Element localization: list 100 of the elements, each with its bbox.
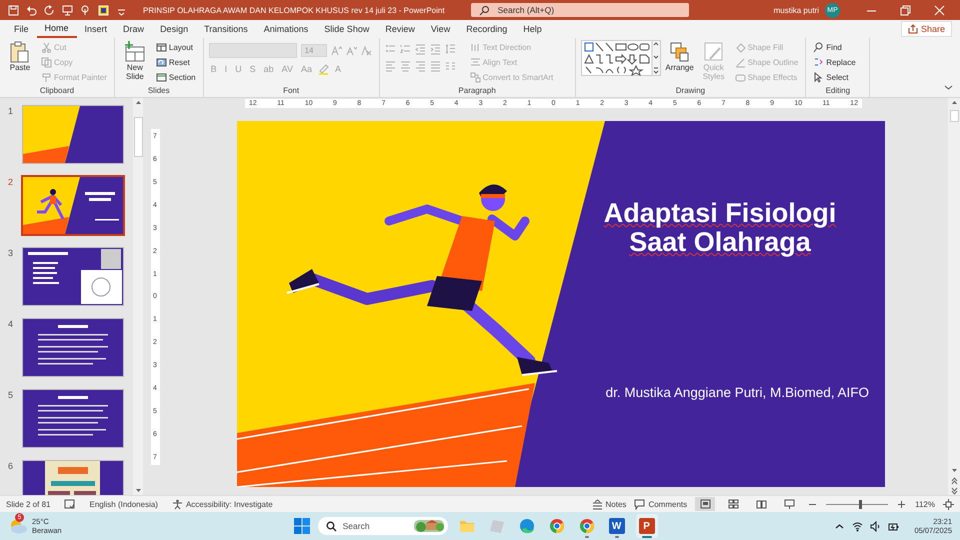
save-icon bbox=[8, 4, 19, 16]
document-title: PRINSIP OLAHRAGA AWAM DAN KELOMPOK KHUSUS rev 14 juli 23 - PowerPoint bbox=[143, 6, 445, 14]
redo-icon bbox=[44, 4, 55, 16]
ribbon-button[interactable]: Replace bbox=[811, 55, 858, 69]
normal-view-icon bbox=[700, 498, 711, 510]
slide-number: 3 bbox=[8, 247, 14, 260]
ribbon-tab[interactable]: Insert bbox=[76, 20, 116, 38]
ribbon-button[interactable]: Section bbox=[154, 70, 198, 84]
taskbar-app[interactable]: P bbox=[636, 514, 658, 538]
notes-button[interactable]: Notes bbox=[592, 498, 626, 510]
ribbon-tab[interactable]: File bbox=[6, 20, 37, 38]
ribbon-tab[interactable]: Transitions bbox=[196, 20, 256, 38]
group-label: Slides bbox=[146, 86, 171, 97]
paintbrush-icon bbox=[41, 72, 52, 82]
weather-cloud-icon bbox=[8, 517, 28, 535]
search-field[interactable]: Search (Alt+Q) bbox=[470, 3, 689, 17]
layout-icon bbox=[156, 42, 167, 52]
ribbon-tab[interactable]: Slide Show bbox=[316, 20, 378, 38]
taskbar-app[interactable]: W bbox=[606, 514, 628, 538]
ribbon-tab[interactable]: View bbox=[422, 20, 458, 38]
section-icon bbox=[156, 72, 167, 82]
close-icon[interactable] bbox=[934, 4, 944, 16]
next-slide-icon bbox=[950, 486, 958, 495]
ribbon-tab[interactable]: Animations bbox=[256, 20, 316, 38]
zoom-percentage: 112% bbox=[915, 500, 935, 508]
ribbon-button[interactable]: New Slide bbox=[120, 40, 150, 86]
view-button[interactable] bbox=[695, 497, 716, 511]
group-label: Editing bbox=[824, 86, 852, 97]
slide-number: 5 bbox=[8, 389, 14, 402]
smartart-icon bbox=[470, 72, 481, 82]
powerpoint-logo: P bbox=[638, 518, 655, 534]
text-direction-icon bbox=[470, 42, 481, 52]
slide-thumbnail[interactable] bbox=[21, 175, 125, 236]
shape-gallery[interactable] bbox=[580, 40, 661, 76]
pointer-icon bbox=[813, 72, 824, 82]
group-label: Font bbox=[282, 86, 300, 97]
scissors-icon bbox=[41, 42, 52, 52]
chrome-icon bbox=[578, 518, 595, 534]
accessibility-button[interactable]: Accessibility: Investigate bbox=[172, 498, 273, 510]
slide-number: 1 bbox=[8, 105, 14, 118]
group-label: Drawing bbox=[674, 86, 706, 97]
slide-thumbnail[interactable] bbox=[22, 247, 124, 306]
undo-icon bbox=[26, 4, 37, 16]
reset-icon bbox=[156, 56, 167, 68]
group-label: Paragraph bbox=[457, 86, 497, 97]
share-button[interactable]: Share bbox=[900, 21, 952, 37]
notes-icon bbox=[592, 498, 603, 510]
slide-sorter-icon bbox=[728, 498, 739, 510]
slide-number: 2 bbox=[8, 176, 14, 189]
presentation-icon bbox=[62, 4, 73, 16]
ribbon-button[interactable]: Reset bbox=[154, 55, 198, 69]
spelling-check-icon bbox=[64, 498, 76, 510]
ribbon-tab[interactable]: Design bbox=[152, 20, 196, 38]
previous-slide-icon bbox=[950, 476, 958, 485]
slide-thumbnail[interactable] bbox=[22, 318, 124, 377]
comments-button[interactable]: Comments bbox=[634, 498, 688, 510]
ribbon-button[interactable]: Find bbox=[811, 40, 858, 54]
folder-icon bbox=[458, 518, 475, 534]
accessibility-icon bbox=[172, 498, 183, 510]
ribbon-button[interactable]: Layout bbox=[154, 40, 198, 54]
zoom-in-icon bbox=[896, 498, 908, 510]
wifi-icon bbox=[852, 520, 864, 532]
share-icon bbox=[908, 24, 918, 34]
ribbon-button[interactable]: Select bbox=[811, 70, 858, 84]
taskbar-search-field[interactable]: Search bbox=[318, 517, 448, 535]
comment-icon bbox=[634, 498, 646, 510]
slide-title: Adaptasi Fisiologi Saat Olahraga bbox=[602, 199, 838, 257]
ribbon-tab[interactable]: Draw bbox=[115, 20, 152, 38]
slide-number: 6 bbox=[8, 460, 14, 473]
replace-icon bbox=[813, 56, 824, 68]
reading-view-icon bbox=[756, 498, 767, 510]
slider-thumb[interactable] bbox=[858, 500, 862, 508]
slide-thumbnail[interactable] bbox=[22, 105, 124, 164]
ribbon-tab[interactable]: Recording bbox=[458, 20, 516, 38]
slide-counter: Slide 2 of 81 bbox=[6, 500, 50, 508]
search-icon bbox=[326, 520, 337, 532]
ribbon-button[interactable]: Paste bbox=[5, 40, 35, 86]
edge-icon bbox=[518, 518, 535, 534]
copy-icon bbox=[41, 56, 52, 68]
slide-thumbnail[interactable] bbox=[22, 389, 124, 448]
user-name: mustika putri bbox=[774, 6, 819, 14]
align-text-icon bbox=[470, 56, 481, 68]
scrollbar-thumb[interactable] bbox=[950, 110, 958, 122]
search-icon bbox=[478, 4, 490, 16]
word-logo: W bbox=[608, 518, 625, 534]
slideshow-icon bbox=[784, 498, 795, 510]
slide-author: dr. Mustika Anggiane Putri, M.Biomed, AIFO bbox=[606, 385, 869, 400]
battery-icon bbox=[888, 520, 900, 532]
ribbon-tab[interactable]: Help bbox=[515, 20, 550, 38]
restore-icon[interactable] bbox=[900, 4, 910, 16]
language-button[interactable]: English (Indonesia) bbox=[89, 500, 158, 508]
speaker-icon bbox=[870, 520, 882, 532]
scrollbar-thumb[interactable] bbox=[134, 117, 142, 157]
slide-number: 4 bbox=[8, 318, 14, 331]
start-icon[interactable] bbox=[294, 518, 310, 534]
ribbon-button[interactable]: Arrange bbox=[664, 40, 695, 86]
ribbon-tab[interactable]: Review bbox=[377, 20, 423, 38]
search-icon bbox=[813, 42, 824, 52]
group-label: Clipboard bbox=[38, 86, 76, 97]
chrome-icon bbox=[548, 518, 565, 534]
